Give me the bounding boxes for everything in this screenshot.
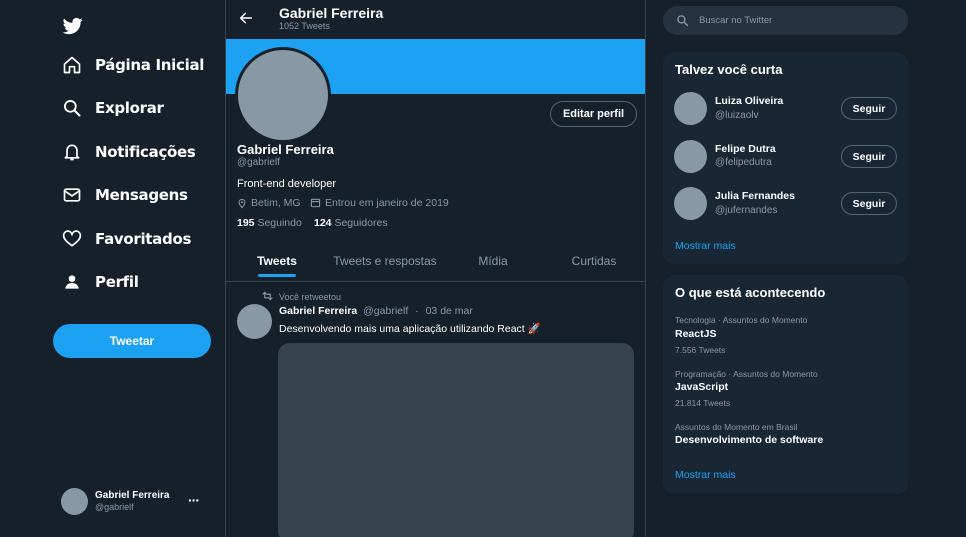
trend-count: 21.814 Tweets (675, 398, 731, 408)
calendar-icon (310, 197, 321, 208)
sidebar-item-label: Favoritados (95, 230, 192, 248)
avatar (674, 140, 707, 173)
avatar (674, 92, 707, 125)
sidebar-item-label: Explorar (95, 99, 164, 117)
divider (226, 281, 645, 282)
trend-name: JavaScript (675, 381, 729, 393)
sidebar-item-explore[interactable]: Explorar (62, 93, 164, 123)
followers-count: 124 (314, 217, 332, 229)
suggestion-name: Felipe Dutra (715, 143, 776, 155)
edit-profile-button[interactable]: Editar perfil (550, 101, 637, 127)
profile-name: Gabriel Ferreira (237, 142, 334, 157)
suggestion-handle: @felipedutra (715, 157, 772, 168)
more-icon[interactable]: ··· (188, 492, 200, 508)
tweet-count: 1052 Tweets (279, 21, 330, 31)
account-handle: @gabrielf (95, 502, 134, 512)
page-title: Gabriel Ferreira (279, 5, 384, 21)
profile-location: Betim, MG (251, 197, 301, 209)
tab-tweets[interactable]: Tweets (255, 254, 299, 268)
twitter-logo-icon[interactable] (62, 16, 84, 36)
person-icon (62, 272, 82, 292)
retweet-icon (262, 291, 273, 301)
bell-icon (62, 142, 82, 162)
account-name: Gabriel Ferreira (95, 490, 170, 501)
suggestion-name: Julia Fernandes (715, 190, 795, 202)
follow-button[interactable]: Seguir (841, 145, 897, 168)
location-icon (237, 198, 247, 209)
suggestion-name: Luiza Oliveira (715, 95, 784, 107)
suggestion-handle: @luizaolv (715, 110, 759, 121)
tweet-text: Desenvolvendo mais uma aplicação utiliza… (279, 323, 541, 335)
trend-count: 7.556 Tweets (675, 345, 726, 355)
tab-likes[interactable]: Curtidas (568, 254, 620, 268)
trend-context: Tecnologia · Assuntos do Momento (675, 315, 808, 325)
search-input[interactable]: Buscar no Twitter (699, 15, 772, 26)
sidebar-item-favorites[interactable]: Favoritados (62, 224, 191, 254)
tweet-media[interactable] (278, 343, 634, 537)
tweet-button[interactable]: Tweetar (53, 324, 211, 358)
trend-name: Desenvolvimento de software (675, 434, 824, 446)
tweet-header: Gabriel Ferreira @gabrielf · 03 de mar (279, 305, 473, 317)
show-more-link[interactable]: Mostrar mais (675, 469, 736, 481)
following-count: 195 (237, 217, 255, 229)
profile-handle: @gabrielf (237, 157, 280, 168)
search-box[interactable]: Buscar no Twitter (663, 6, 908, 35)
trend-context: Programação · Assuntos do Momento (675, 369, 818, 379)
retweet-note: Você retweetou (279, 292, 342, 302)
trend-name: ReactJS (675, 328, 717, 340)
sidebar-item-messages[interactable]: Mensagens (62, 180, 188, 210)
home-icon (62, 55, 82, 75)
back-arrow-icon[interactable] (238, 10, 254, 26)
search-icon (676, 14, 689, 27)
show-more-link[interactable]: Mostrar mais (675, 240, 736, 252)
tweet-author[interactable]: Gabriel Ferreira (279, 305, 357, 317)
trend-context: Assuntos do Momento em Brasil (675, 422, 798, 432)
profile-joined: Entrou em janeiro de 2019 (325, 197, 449, 209)
followers-link[interactable]: 124 Seguidores (314, 217, 388, 229)
follow-button[interactable]: Seguir (841, 192, 897, 215)
tweet-avatar[interactable] (237, 304, 272, 339)
sidebar-item-label: Página Inicial (95, 56, 205, 74)
profile-avatar[interactable] (235, 47, 331, 143)
heart-icon (62, 229, 82, 249)
trends-title: O que está acontecendo (675, 285, 826, 300)
active-tab-indicator (258, 274, 296, 277)
sidebar-item-label: Notificações (95, 143, 196, 161)
followers-label: Seguidores (334, 217, 388, 229)
tab-media[interactable]: Mídia (470, 254, 516, 268)
mail-icon (62, 185, 82, 205)
tab-tweets-and-replies[interactable]: Tweets e respostas (330, 254, 440, 268)
tweet-separator: · (415, 305, 419, 317)
who-to-follow-title: Talvez você curta (675, 62, 783, 77)
suggestion-handle: @jufernandes (715, 205, 778, 216)
avatar (674, 187, 707, 220)
avatar (61, 488, 88, 515)
divider (645, 0, 646, 537)
following-link[interactable]: 195 Seguindo (237, 217, 302, 229)
sidebar-item-home[interactable]: Página Inicial (62, 50, 204, 80)
sidebar-item-label: Perfil (95, 273, 139, 291)
tweet-date[interactable]: 03 de mar (426, 305, 473, 317)
search-icon (62, 98, 82, 118)
sidebar-item-profile[interactable]: Perfil (62, 267, 139, 297)
sidebar-item-label: Mensagens (95, 186, 188, 204)
following-label: Seguindo (257, 217, 302, 229)
follow-button[interactable]: Seguir (841, 97, 897, 120)
tweet-handle: @gabrielf (363, 305, 409, 317)
sidebar-item-notifications[interactable]: Notificações (62, 137, 196, 167)
profile-bio: Front-end developer (237, 178, 337, 190)
